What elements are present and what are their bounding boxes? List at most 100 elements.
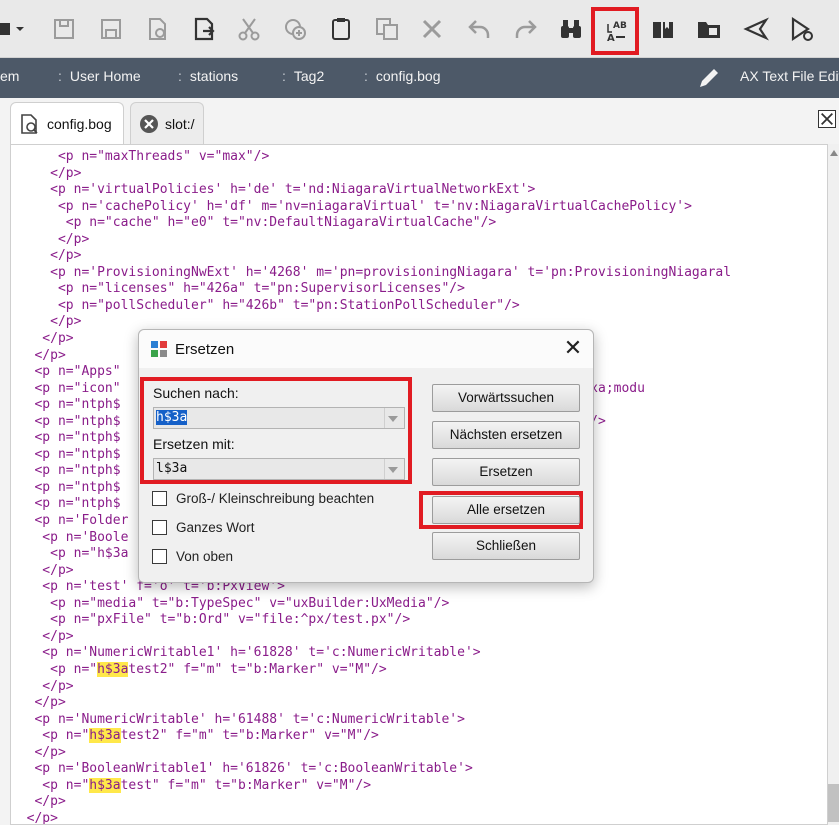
code-text: </p> [11,314,82,330]
code-text: <p n='NumericWritable1' h='61828' t='c:N… [11,645,481,661]
code-text: </p> [11,695,66,711]
code-line: <p n='NumericWritable' h='61488' t='c:Nu… [11,712,731,729]
folder-button[interactable] [692,12,726,46]
redo-button[interactable] [508,12,542,46]
menu-icon [0,23,24,35]
tab-config-bog[interactable]: config.bog [10,102,124,144]
close-circle-icon[interactable] [139,114,159,134]
match-case-checkbox[interactable] [152,491,167,506]
code-text: </p> [11,810,58,825]
code-text: </p> [11,165,82,181]
code-text: <p n='cachePolicy' h='df' m='nv=niagaraV… [11,198,692,214]
breadcrumb-label: em [0,68,20,84]
send-icon [743,17,769,41]
redo-icon [515,20,537,38]
breadcrumb-label: stations [189,68,239,84]
find-forward-button[interactable]: Vorwärtssuchen [432,384,580,412]
breadcrumb-item-user-home[interactable]: : User Home [58,68,141,84]
code-text: </p> [11,678,74,694]
tab-label: config.bog [47,115,112,132]
whole-word-checkbox[interactable] [152,520,167,535]
copy-icon [285,19,306,40]
code-line: <p n="h$3atest" f="m" t="b:Marker" v="M"… [11,777,731,795]
pencil-icon[interactable] [696,65,722,91]
find-button[interactable] [554,12,588,46]
find-icon [561,20,581,38]
code-text: <p n='virtualPolicies' h='de' t='nd:Niag… [11,182,536,198]
dialog-titlebar[interactable]: Ersetzen ✕ [139,330,593,368]
code-line: <p n="pxFile" t="b:Ord" v="file:^px/test… [11,612,731,629]
svg-text:A: A [613,21,620,31]
delete-icon [422,19,442,39]
find-input[interactable]: h$3a [153,407,405,429]
save-all-button[interactable] [94,12,128,46]
code-text: </p> [11,248,82,264]
find-dropdown[interactable] [384,408,404,428]
scroll-up-icon[interactable] [830,150,838,156]
paste-button[interactable] [324,12,358,46]
code-text: <p n=" [11,661,98,677]
whole-word-option[interactable]: Ganzes Wort [152,520,255,535]
cut-button[interactable] [232,12,266,46]
breadcrumb-item-station[interactable]: em [0,68,19,84]
breadcrumb-item-stations[interactable]: : stations [178,68,238,84]
code-line: </p> [11,629,731,646]
run-button[interactable] [784,12,818,46]
code-text: <p n='BooleanWritable1' h='61826' t='c:B… [11,761,473,777]
replace-next-button[interactable]: Nächsten ersetzen [432,421,580,449]
export-button[interactable] [187,12,221,46]
scrollbar-thumb[interactable] [828,784,839,822]
code-line: <p n='BooleanWritable1' h='61826' t='c:B… [11,761,731,778]
code-text: </p> [11,231,90,247]
replace-button[interactable]: Ersetzen [432,458,580,486]
code-text: <p n="cache" h="e0" t="nv:DefaultNiagara… [11,215,497,231]
match-case-option[interactable]: Groß-/ Kleinschreibung beachten [152,491,374,506]
delete-button[interactable] [415,12,449,46]
chevron-down-icon [388,467,398,473]
breadcrumb-item-tag2[interactable]: : Tag2 [282,68,324,84]
view-selector[interactable]: AX Text File Edit [740,68,839,84]
close-icon[interactable]: ✕ [563,337,583,359]
code-text: <p n="ntph$ [11,479,121,495]
save-all-icon [101,19,121,39]
save-button[interactable] [47,12,81,46]
code-line: <p n="cache" h="e0" t="nv:DefaultNiagara… [11,215,731,232]
replace-all-button[interactable]: Alle ersetzen [432,496,580,524]
app-icon [151,341,167,357]
code-text: test2" f="m" t="b:Marker" v="M"/> [120,728,379,744]
send-button[interactable] [739,12,773,46]
code-text: <p n="ntph$ [11,430,121,446]
code-text: </p> [11,744,66,760]
tab-bar: config.bog slot:/ [0,98,839,144]
bookmark-button[interactable] [646,12,680,46]
copy-button[interactable] [278,12,312,46]
close-panel-icon[interactable] [818,110,836,128]
code-text: <p n="ntph$ [11,397,121,413]
toolbar: ABA [0,0,839,58]
breadcrumb-item-config-bog[interactable]: : config.bog [364,68,441,84]
code-text: <p n='ProvisioningNwExt' h='4268' m='pn=… [11,264,732,280]
code-line: </p> [11,794,731,811]
undo-button[interactable] [463,12,497,46]
code-text: <p n="licenses" h="426a" t="pn:Superviso… [11,281,465,297]
new-file-button[interactable] [140,12,174,46]
code-line: </p> [11,810,731,825]
code-text: <p n="media" t="b:TypeSpec" v="uxBuilder… [11,595,450,611]
from-top-option[interactable]: Von oben [152,549,233,564]
code-text: <p n="pxFile" t="b:Ord" v="file:^px/test… [11,612,411,628]
from-top-checkbox[interactable] [152,549,167,564]
close-button[interactable]: Schließen [432,532,580,560]
replace-label: Ersetzen mit: [153,436,235,452]
tab-slot[interactable]: slot:/ [130,102,204,144]
code-text: <p n="Apps" [11,364,121,380]
replace-button[interactable]: ABA [591,7,639,55]
breadcrumb-label: Tag2 [293,68,325,84]
code-line: <p n='NumericWritable1' h='61828' t='c:N… [11,645,731,662]
vertical-scrollbar[interactable] [828,144,839,825]
code-line: <p n="media" t="b:TypeSpec" v="uxBuilder… [11,596,731,613]
replace-input[interactable]: l$3a [153,458,405,480]
code-text: <p n=" [11,728,90,744]
duplicate-button[interactable] [370,12,404,46]
replace-dropdown[interactable] [384,459,404,479]
menu-button[interactable] [0,12,28,46]
